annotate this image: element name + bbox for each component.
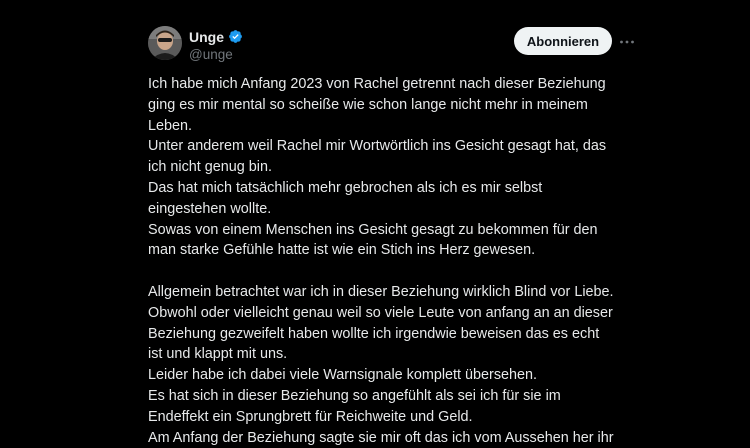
avatar[interactable] (148, 26, 182, 60)
more-options-button[interactable] (616, 30, 638, 52)
tweet-line: Es hat sich in dieser Beziehung so angef… (148, 387, 561, 404)
tweet-line: man starke Gefühle hatte ist wie ein Sti… (148, 242, 536, 259)
display-name[interactable]: Unge (189, 29, 224, 45)
tweet-line: Beziehung gezweifelt haben wollte ich ir… (148, 325, 600, 342)
tweet: Unge @unge Abonnieren Ich habe mich Anfa… (146, 22, 646, 446)
tweet-text: Ich habe mich Anfang 2023 von Rachel get… (148, 74, 638, 448)
tweet-line: Leider habe ich dabei viele Warnsignale … (148, 367, 538, 384)
tweet-line: Am Anfang der Beziehung sagte sie mir of… (148, 429, 614, 446)
author-info: Unge @unge (189, 28, 243, 62)
tweet-line: ging es mir mental so scheiße wie schon … (148, 96, 588, 113)
tweet-line: Leben. (148, 117, 193, 134)
tweet-line: Das hat mich tatsächlich mehr gebrochen … (148, 179, 543, 196)
tweet-line: ich nicht genug bin. (148, 159, 273, 176)
tweet-header: Unge @unge Abonnieren (146, 22, 646, 66)
verified-badge-icon (228, 29, 243, 44)
display-name-row: Unge (189, 28, 243, 45)
tweet-line: ist und klappt mit uns. (148, 346, 288, 363)
tweet-line: Allgemein betrachtet war ich in dieser B… (148, 283, 614, 300)
tweet-line: Sowas von einem Menschen ins Gesicht ges… (148, 221, 598, 238)
follow-button[interactable]: Abonnieren (514, 27, 612, 55)
tweet-line: Endeffekt ein Sprungbrett für Reichweite… (148, 408, 473, 425)
user-handle[interactable]: @unge (189, 47, 243, 62)
tweet-line: Obwohl oder vielleicht genau weil so vie… (148, 304, 613, 321)
tweet-line: Unter anderem weil Rachel mir Wortwörtli… (148, 138, 607, 155)
tweet-line: Ich habe mich Anfang 2023 von Rachel get… (148, 76, 606, 92)
tweet-line: eingestehen wollte. (148, 200, 272, 217)
ellipsis-icon (619, 32, 635, 50)
